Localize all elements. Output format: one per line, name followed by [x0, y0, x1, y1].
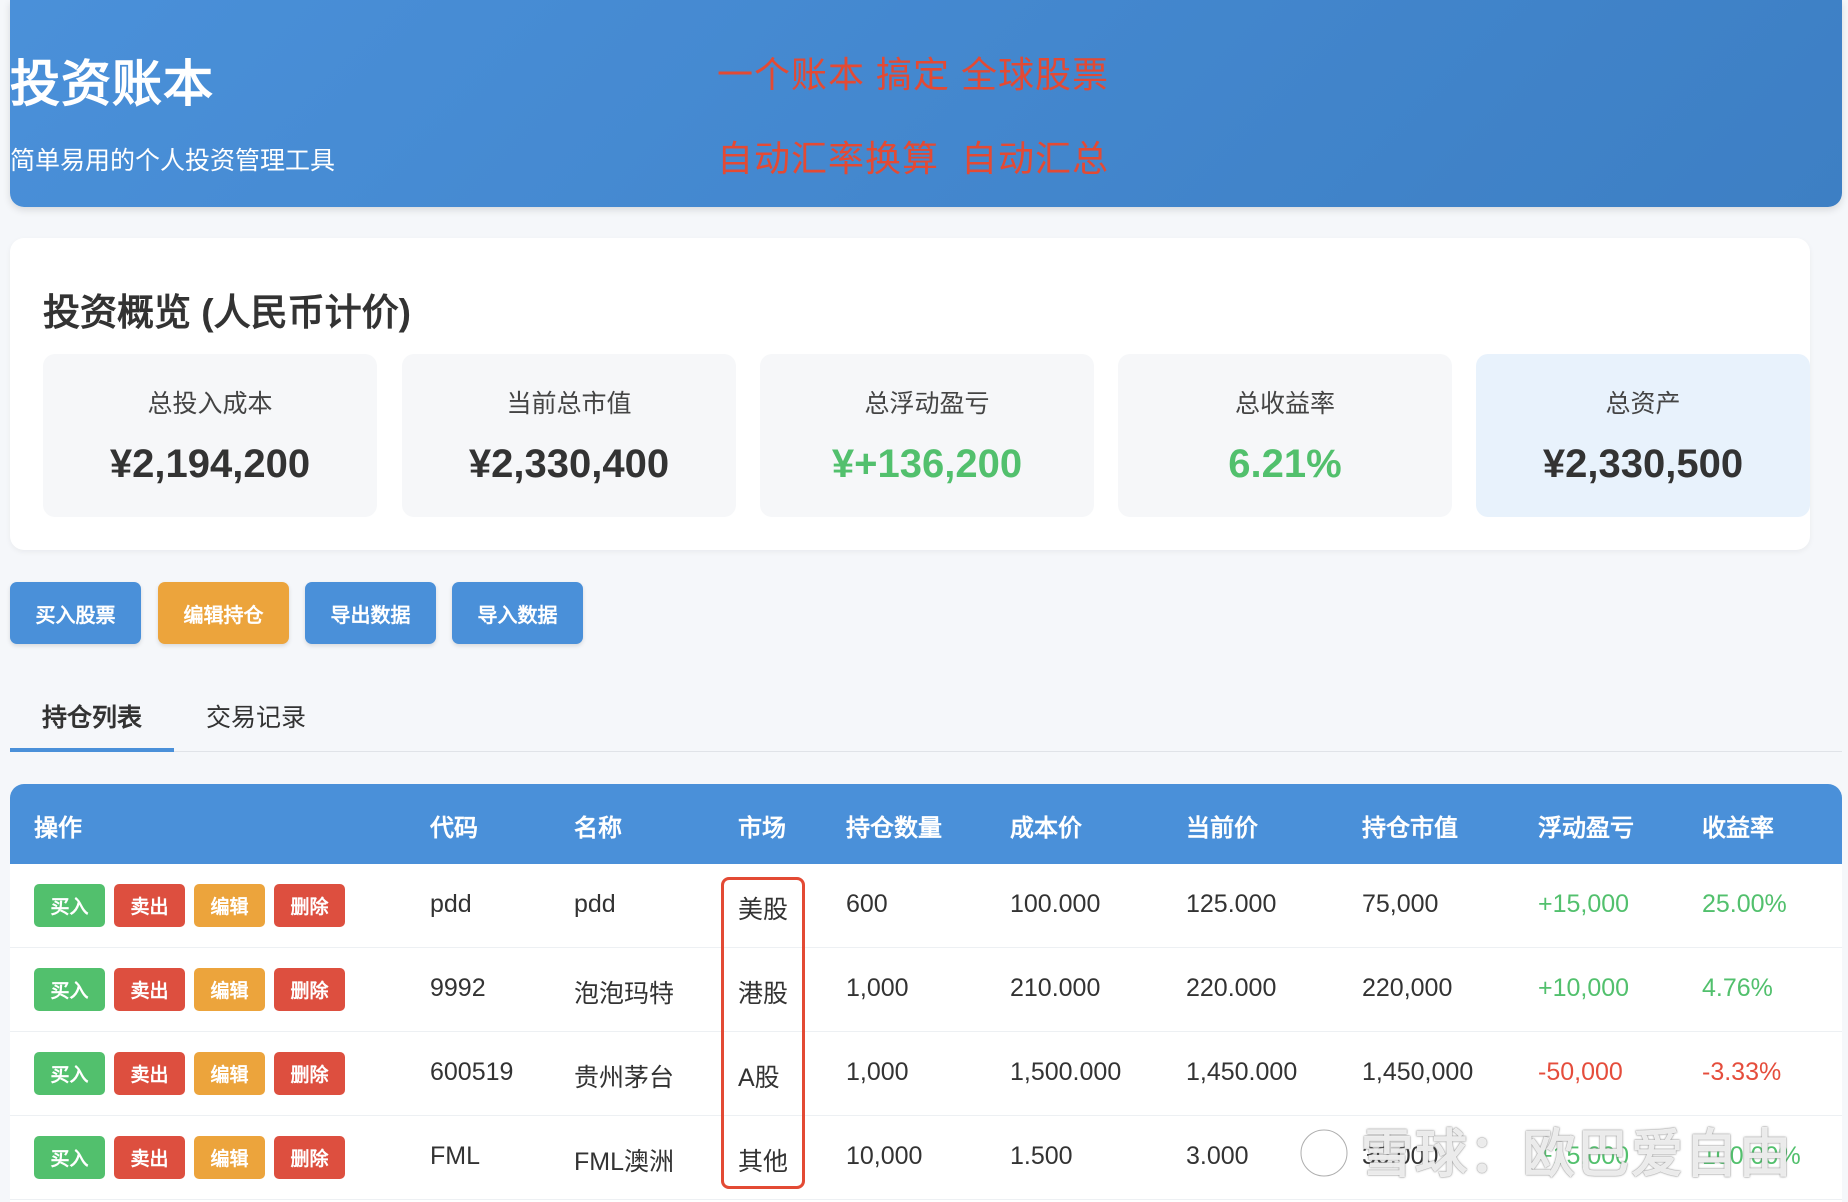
app-header: 投资账本 简单易用的个人投资管理工具 一个账本 搞定 全球股票 自动汇率换算 自… — [10, 0, 1842, 207]
column-header: 当前价 — [1186, 815, 1258, 842]
row-edit-button[interactable]: 编辑 — [194, 1052, 265, 1095]
watermark-text: 雪球：欧巴爱自由 — [1361, 1126, 1794, 1184]
stat-card-return-rate: 总收益率 6.21% — [1118, 354, 1452, 517]
row-delete-button[interactable]: 删除 — [274, 1052, 345, 1095]
slogan-line-1: 一个账本 搞定 全球股票 — [717, 54, 1110, 95]
stat-label: 当前总市值 — [506, 390, 632, 418]
stat-label: 总浮动盈亏 — [864, 390, 990, 418]
column-header: 市场 — [738, 815, 786, 842]
cell-code: pdd — [430, 890, 472, 918]
export-data-button[interactable]: 导出数据 — [305, 582, 436, 644]
row-buy-button[interactable]: 买入 — [34, 884, 105, 927]
cell-market: A股 — [738, 1064, 780, 1092]
overview-title: 投资概览 (人民币计价) — [43, 292, 411, 333]
cell-qty: 10,000 — [846, 1142, 923, 1170]
stat-card-market-value: 当前总市值 ¥2,330,400 — [402, 354, 736, 517]
cell-pnl: +10,000 — [1538, 974, 1630, 1002]
edit-holdings-button[interactable]: 编辑持仓 — [158, 582, 289, 644]
stat-card-total-assets: 总资产 ¥2,330,500 — [1476, 354, 1810, 517]
table-row: 买入 卖出 编辑 删除 9992 泡泡玛特 港股 1,000 210.000 2… — [10, 948, 1842, 1032]
row-sell-button[interactable]: 卖出 — [114, 1136, 185, 1179]
cell-name: FML澳洲 — [574, 1148, 675, 1176]
stat-value: ¥2,194,200 — [109, 442, 311, 486]
stat-value: ¥2,330,500 — [1542, 442, 1744, 486]
row-sell-button[interactable]: 卖出 — [114, 884, 185, 927]
slogan-line-2: 自动汇率换算 自动汇总 — [717, 138, 1110, 179]
tab-transactions[interactable]: 交易记录 — [174, 698, 338, 752]
cell-code: FML — [430, 1142, 480, 1170]
row-delete-button[interactable]: 删除 — [274, 884, 345, 927]
cell-name: 泡泡玛特 — [574, 980, 675, 1008]
cell-rate: -3.33% — [1702, 1058, 1782, 1086]
overview-panel: 投资概览 (人民币计价) 总投入成本 ¥2,194,200 当前总市值 ¥2,3… — [10, 238, 1810, 550]
row-delete-button[interactable]: 删除 — [274, 968, 345, 1011]
stat-value: 6.21% — [1228, 442, 1342, 486]
table-header: 操作 代码 名称 市场 持仓数量 成本价 当前价 持仓市值 浮动盈亏 收益率 — [10, 784, 1842, 864]
stat-value: ¥2,330,400 — [468, 442, 670, 486]
cell-price: 125.000 — [1186, 890, 1277, 918]
cell-qty: 1,000 — [846, 1058, 909, 1086]
cell-market: 其他 — [738, 1148, 789, 1176]
row-edit-button[interactable]: 编辑 — [194, 884, 265, 927]
cell-qty: 1,000 — [846, 974, 909, 1002]
cell-market: 美股 — [738, 896, 789, 924]
row-delete-button[interactable]: 删除 — [274, 1136, 345, 1179]
stat-value: ¥+136,200 — [831, 442, 1023, 486]
buy-stock-button[interactable]: 买入股票 — [10, 582, 141, 644]
cell-cost: 210.000 — [1010, 974, 1101, 1002]
cell-price: 1,450.000 — [1186, 1058, 1298, 1086]
table-row: 买入 卖出 编辑 删除 pdd pdd 美股 600 100.000 125.0… — [10, 864, 1842, 948]
cell-code: 600519 — [430, 1058, 514, 1086]
app-title: 投资账本 — [10, 56, 214, 112]
stat-label: 总资产 — [1605, 390, 1681, 418]
cell-value: 220,000 — [1362, 974, 1453, 1002]
cell-pnl: -50,000 — [1538, 1058, 1623, 1086]
column-header: 名称 — [574, 815, 622, 842]
watermark: 雪球：欧巴爱自由 — [1297, 1112, 1793, 1187]
stat-label: 总收益率 — [1234, 390, 1335, 418]
cell-market: 港股 — [738, 980, 789, 1008]
stat-label: 总投入成本 — [147, 390, 273, 418]
cell-name: pdd — [574, 890, 616, 918]
cell-pnl: +15,000 — [1538, 890, 1630, 918]
app-subtitle: 简单易用的个人投资管理工具 — [10, 147, 336, 175]
cell-cost: 100.000 — [1010, 890, 1101, 918]
cell-value: 1,450,000 — [1362, 1058, 1474, 1086]
cell-price: 3.000 — [1186, 1142, 1249, 1170]
cell-qty: 600 — [846, 890, 888, 918]
row-edit-button[interactable]: 编辑 — [194, 968, 265, 1011]
cell-cost: 1,500.000 — [1010, 1058, 1122, 1086]
column-header: 收益率 — [1702, 815, 1774, 842]
stat-card-floating-pnl: 总浮动盈亏 ¥+136,200 — [760, 354, 1094, 517]
import-data-button[interactable]: 导入数据 — [452, 582, 583, 644]
column-header: 代码 — [430, 815, 478, 842]
row-sell-button[interactable]: 卖出 — [114, 1052, 185, 1095]
tab-holdings[interactable]: 持仓列表 — [10, 698, 174, 752]
cell-rate: 25.00% — [1702, 890, 1787, 918]
cell-cost: 1.500 — [1010, 1142, 1073, 1170]
row-buy-button[interactable]: 买入 — [34, 1136, 105, 1179]
column-header: 持仓市值 — [1362, 815, 1458, 842]
column-header: 浮动盈亏 — [1538, 815, 1634, 842]
row-buy-button[interactable]: 买入 — [34, 968, 105, 1011]
table-row: 买入 卖出 编辑 删除 600519 贵州茅台 A股 1,000 1,500.0… — [10, 1032, 1842, 1116]
stat-card-total-cost: 总投入成本 ¥2,194,200 — [43, 354, 377, 517]
column-header: 持仓数量 — [846, 815, 942, 842]
column-header: 操作 — [34, 815, 82, 842]
row-edit-button[interactable]: 编辑 — [194, 1136, 265, 1179]
row-sell-button[interactable]: 卖出 — [114, 968, 185, 1011]
snowball-logo-icon — [1297, 1126, 1351, 1180]
cell-code: 9992 — [430, 974, 486, 1002]
cell-name: 贵州茅台 — [574, 1064, 675, 1092]
cell-price: 220.000 — [1186, 974, 1277, 1002]
cell-value: 75,000 — [1362, 890, 1439, 918]
column-header: 成本价 — [1010, 815, 1082, 842]
cell-rate: 4.76% — [1702, 974, 1773, 1002]
tab-bar: 持仓列表 交易记录 — [10, 680, 1842, 752]
row-buy-button[interactable]: 买入 — [34, 1052, 105, 1095]
